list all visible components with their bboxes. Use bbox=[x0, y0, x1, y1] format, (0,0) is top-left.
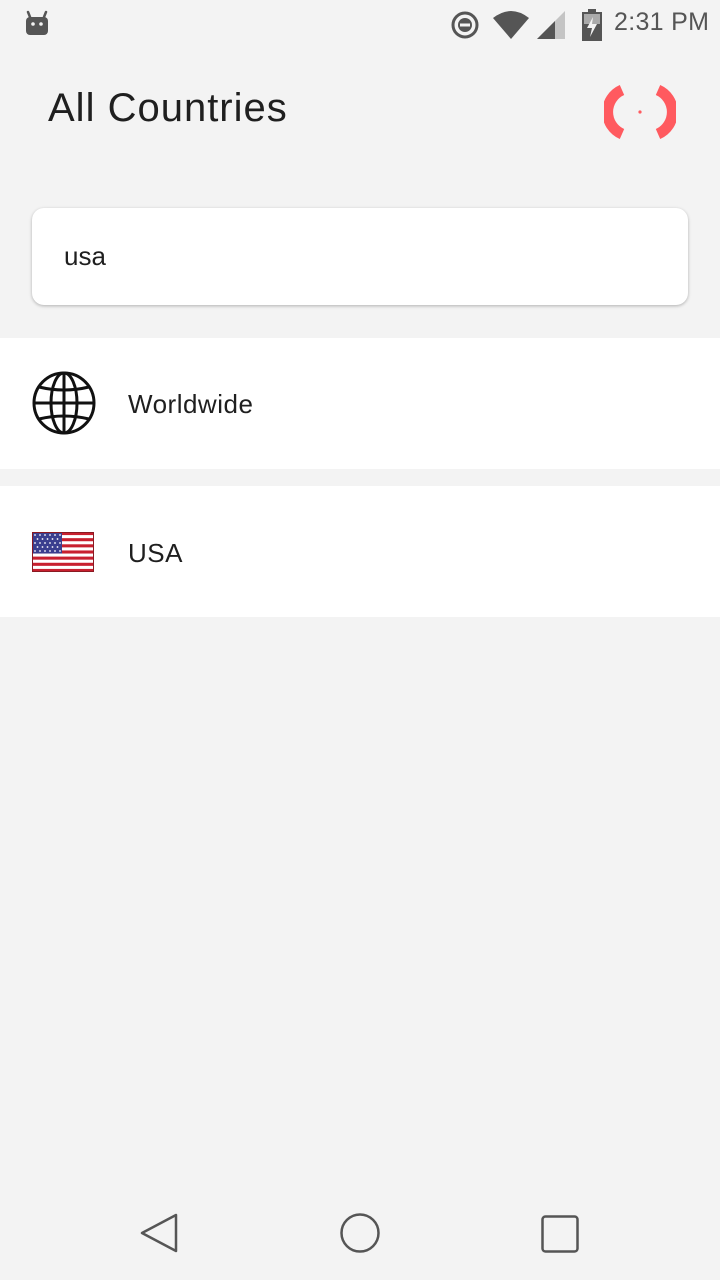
country-item-usa[interactable]: USA bbox=[0, 486, 720, 617]
android-icon bbox=[24, 10, 50, 41]
signal-icon bbox=[536, 10, 566, 45]
globe-icon bbox=[32, 371, 96, 440]
status-bar: 2:31 PM bbox=[0, 0, 720, 48]
connection-status-icon[interactable] bbox=[602, 84, 678, 140]
back-icon[interactable] bbox=[138, 1212, 180, 1259]
recents-icon[interactable] bbox=[540, 1214, 580, 1259]
page-title: All Countries bbox=[48, 86, 288, 130]
navigation-bar bbox=[0, 1184, 720, 1280]
country-label: Worldwide bbox=[128, 389, 254, 419]
country-label: USA bbox=[128, 538, 183, 568]
search-box bbox=[32, 208, 688, 305]
battery-charging-icon bbox=[582, 9, 602, 46]
country-item-worldwide[interactable]: Worldwide bbox=[0, 338, 720, 469]
usa-flag-icon bbox=[32, 532, 94, 577]
search-input[interactable] bbox=[64, 208, 664, 305]
status-time: 2:31 PM bbox=[614, 8, 710, 36]
home-icon[interactable] bbox=[339, 1212, 381, 1259]
wifi-icon bbox=[492, 10, 530, 45]
do-not-disturb-icon bbox=[450, 10, 480, 45]
